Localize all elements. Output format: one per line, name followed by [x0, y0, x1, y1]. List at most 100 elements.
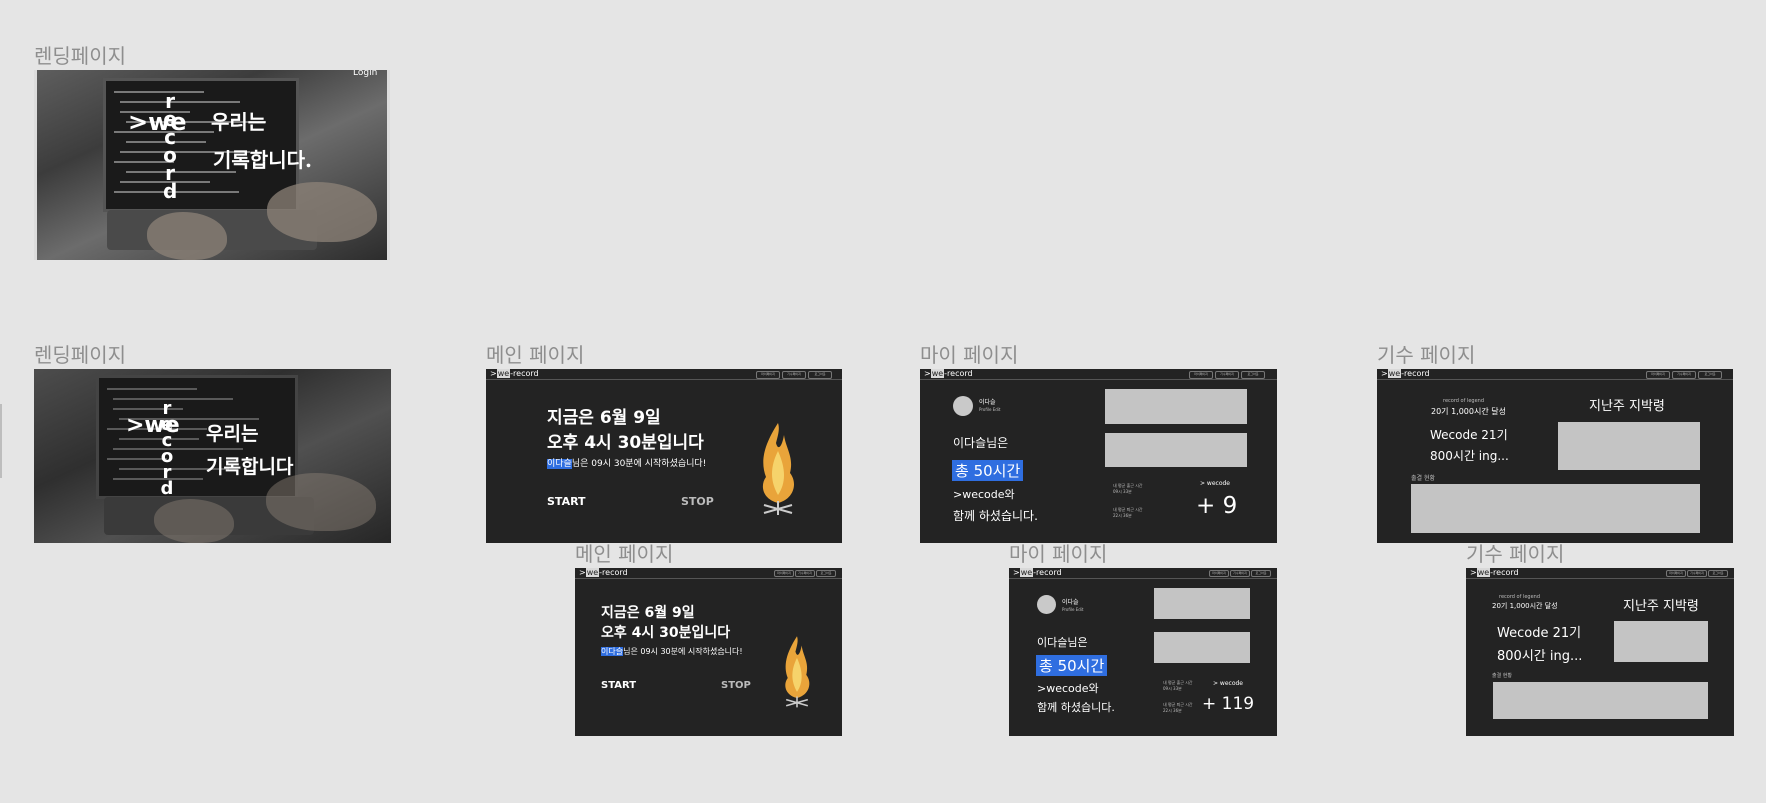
- nav-logout-button[interactable]: 로그아웃: [808, 371, 832, 379]
- avatar[interactable]: [1037, 595, 1056, 614]
- nav-brand[interactable]: >we-record: [490, 369, 539, 379]
- last-week-placeholder: [1614, 621, 1708, 662]
- date-heading: 지금은 6월 9일: [601, 605, 695, 621]
- nav-mypage-button[interactable]: 마이페이지: [1646, 371, 1670, 379]
- with-wecode-line: >wecode와: [953, 488, 1015, 501]
- nav-brand[interactable]: >we-record: [924, 369, 973, 379]
- frame-label-my-2: 마이 페이지: [1009, 542, 1108, 566]
- stop-button[interactable]: STOP: [721, 680, 751, 691]
- nav-logout-button[interactable]: 로그아웃: [1241, 371, 1265, 379]
- nav-bar: >we-record 마이페이지 기수페이지 로그아웃: [575, 568, 842, 579]
- done-line: 함께 하셨습니다.: [953, 509, 1038, 523]
- with-wecode-line: >wecode와: [1037, 682, 1099, 695]
- cohort-page-frame[interactable]: >we-record 마이페이지 기수페이지 로그아웃 record of le…: [1377, 369, 1733, 543]
- nav-brand[interactable]: >we-record: [579, 568, 628, 578]
- left-hand: [154, 499, 234, 543]
- frame-label-landing: 렌딩페이지: [34, 343, 126, 367]
- avg-out-value: 22시 36분: [1113, 513, 1132, 518]
- attendance-placeholder: [1411, 484, 1700, 533]
- chart-placeholder-1: [1105, 389, 1247, 424]
- avg-out-value: 22시 36분: [1163, 708, 1182, 713]
- cohort-name: Wecode 21기: [1497, 626, 1582, 641]
- chart-placeholder-2: [1105, 433, 1247, 467]
- my-page-frame[interactable]: >we-record 마이페이지 기수페이지 로그아웃 이다슬 Profile …: [920, 369, 1277, 543]
- total-time-badge: 총 50시간: [952, 460, 1024, 481]
- user-label: 이다슬님은: [1037, 636, 1088, 649]
- nav-logout-button[interactable]: 로그아웃: [1708, 570, 1728, 577]
- landing-page-frame[interactable]: >we record 우리는 기록합니다: [34, 369, 391, 543]
- nav-cohort-button[interactable]: 기수페이지: [795, 570, 815, 577]
- nav-bar: >we-record 마이페이지 기수페이지 로그아웃: [1009, 568, 1277, 579]
- nav-cohort-button[interactable]: 기수페이지: [782, 371, 806, 379]
- nav-brand[interactable]: >we-record: [1470, 568, 1519, 578]
- avg-in-value: 09시 33분: [1163, 686, 1182, 691]
- time-heading: 오후 4시 30분입니다: [601, 625, 731, 641]
- wecode-label: > wecode: [1200, 480, 1231, 487]
- stop-button[interactable]: STOP: [681, 495, 714, 508]
- total-time-badge: 총 50시간: [1036, 655, 1108, 676]
- cohort-name: Wecode 21기: [1430, 428, 1508, 442]
- user-name-highlight: 이다슬: [547, 459, 572, 469]
- nav-logout-button[interactable]: 로그아웃: [816, 570, 836, 577]
- start-message: 이다슬님은 09시 30분에 시작하셨습니다!: [547, 459, 707, 469]
- nav-bar: >we-record 마이페이지 기수페이지 로그아웃: [1466, 568, 1734, 579]
- cohort-page-frame-2[interactable]: >we-record 마이페이지 기수페이지 로그아웃 record of le…: [1466, 568, 1734, 736]
- nav-mypage-button[interactable]: 마이페이지: [774, 570, 794, 577]
- profile-edit-link[interactable]: Profile Edit: [979, 407, 1000, 412]
- chart-placeholder-1: [1154, 588, 1250, 619]
- nav-bar: >we-record 마이페이지 기수페이지 로그아웃: [1377, 369, 1733, 380]
- wecode-count: + 119: [1202, 694, 1255, 714]
- user-name-highlight: 이다슬: [601, 647, 624, 656]
- attendance-label: 출결 현황: [1492, 673, 1512, 679]
- canvas-scroll-indicator[interactable]: [0, 404, 2, 478]
- start-message: 이다슬님은 09시 30분에 시작하셨습니다!: [601, 647, 743, 656]
- nav-mypage-button[interactable]: 마이페이지: [1189, 371, 1213, 379]
- slogan-line-1: 우리는: [206, 423, 259, 445]
- wecode-label: > wecode: [1213, 680, 1244, 687]
- last-week-title: 지난주 지박령: [1623, 599, 1699, 614]
- nav-logout-button[interactable]: 로그아웃: [1251, 570, 1271, 577]
- nav-logout-button[interactable]: 로그아웃: [1698, 371, 1722, 379]
- slogan-line-2: 기록합니다: [206, 456, 294, 478]
- nav-cohort-button[interactable]: 기수페이지: [1687, 570, 1707, 577]
- frame-label-main-2: 메인 페이지: [575, 542, 674, 566]
- start-button[interactable]: START: [547, 495, 586, 508]
- nav-mypage-button[interactable]: 마이페이지: [1209, 570, 1229, 577]
- avatar[interactable]: [953, 396, 973, 416]
- cohort-hours: 800시간 ing...: [1430, 449, 1509, 463]
- time-heading: 오후 4시 30분입니다: [547, 433, 704, 453]
- frame-label-cohort: 기수 페이지: [1377, 343, 1476, 367]
- nav-cohort-button[interactable]: 기수페이지: [1672, 371, 1696, 379]
- nav-brand[interactable]: >we-record: [1013, 568, 1062, 578]
- nav-mypage-button[interactable]: 마이페이지: [756, 371, 780, 379]
- attendance-label: 출결 현황: [1411, 475, 1435, 482]
- avg-in-value: 09시 33분: [1113, 489, 1132, 494]
- nav-cohort-button[interactable]: 기수페이지: [1230, 570, 1250, 577]
- my-page-frame-2[interactable]: >we-record 마이페이지 기수페이지 로그아웃 이다슬 Profile …: [1009, 568, 1277, 736]
- legend-label: record of legend: [1499, 594, 1541, 600]
- cohort-hours: 800시간 ing...: [1497, 649, 1583, 664]
- nav-mypage-button[interactable]: 마이페이지: [1666, 570, 1686, 577]
- login-link[interactable]: Login: [353, 70, 377, 78]
- landing-page-frame-top[interactable]: >we record 우리는 기록합니다. Login: [34, 70, 390, 260]
- main-page-frame-2[interactable]: >we-record 마이페이지 기수페이지 로그아웃 지금은 6월 9일 오후…: [575, 568, 842, 736]
- legend-value: 20기 1,000시간 달성: [1431, 407, 1506, 416]
- frame-label-main: 메인 페이지: [486, 343, 585, 367]
- main-page-frame[interactable]: >we-record 마이페이지 기수페이지 로그아웃 지금은 6월 9일 오후…: [486, 369, 842, 543]
- slogan-line-2: 기록합니다.: [213, 148, 312, 172]
- nav-brand[interactable]: >we-record: [1381, 369, 1430, 379]
- frame-label-landing-top: 렌딩페이지: [34, 44, 126, 68]
- last-week-title: 지난주 지박령: [1589, 399, 1665, 414]
- nav-cohort-button[interactable]: 기수페이지: [1215, 371, 1239, 379]
- frame-label-my: 마이 페이지: [920, 343, 1019, 367]
- profile-edit-link[interactable]: Profile Edit: [1062, 607, 1083, 612]
- avatar-name: 이다슬: [979, 399, 996, 406]
- start-button[interactable]: START: [601, 680, 636, 691]
- brand-vertical-record: record: [163, 89, 178, 203]
- campfire-icon: [762, 423, 794, 515]
- nav-bar: >we-record 마이페이지 기수페이지 로그아웃: [486, 369, 842, 380]
- slogan-line-1: 우리는: [211, 110, 267, 134]
- date-heading: 지금은 6월 9일: [547, 408, 661, 428]
- legend-value: 20기 1,000시간 달성: [1492, 602, 1558, 610]
- brand-vertical-record: record: [160, 398, 174, 499]
